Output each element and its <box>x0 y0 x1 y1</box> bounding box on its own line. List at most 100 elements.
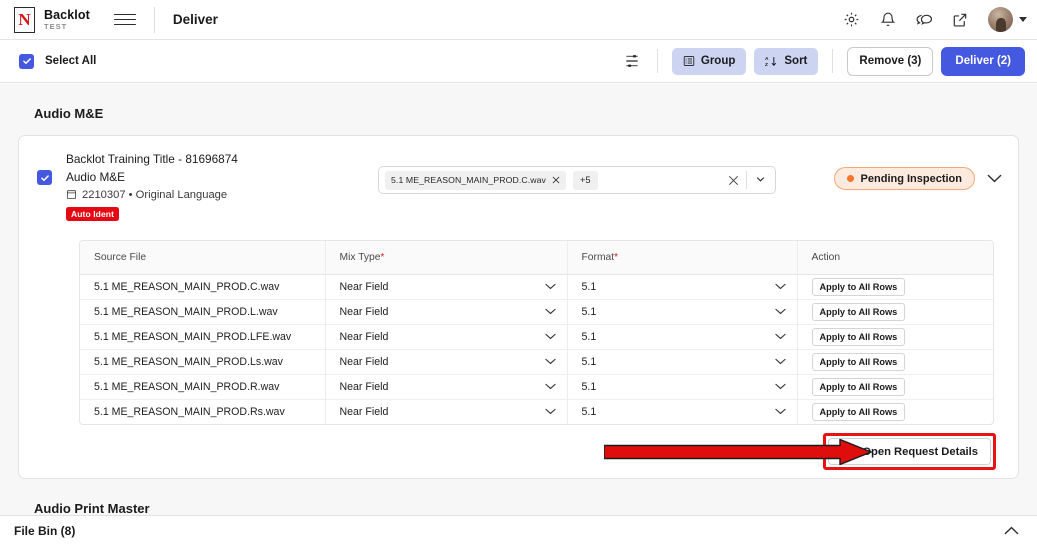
table-row: 5.1 ME_REASON_MAIN_PROD.Ls.wav Near Fiel… <box>80 349 993 375</box>
cell-action: Apply to All Rows <box>797 399 993 424</box>
format-chevron-down-icon[interactable] <box>774 356 786 368</box>
mix-type-chevron-down-icon[interactable] <box>544 281 556 293</box>
cell-format[interactable]: 5.1 <box>567 299 798 325</box>
asset-meta: Backlot Training Title - 81696874 Audio … <box>66 150 366 222</box>
cell-action: Apply to All Rows <box>797 274 993 300</box>
select-all-label: Select All <box>45 55 97 67</box>
asset-checkbox[interactable] <box>37 170 52 185</box>
column-label: Mix Type <box>339 251 381 263</box>
remove-button[interactable]: Remove (3) <box>847 46 934 76</box>
mix-type-chevron-down-icon[interactable] <box>544 306 556 318</box>
cell-mix-type[interactable]: Near Field <box>325 374 568 400</box>
group-button[interactable]: Group <box>671 47 747 75</box>
brand-environment: TEST <box>44 21 68 31</box>
mix-type-chevron-down-icon[interactable] <box>544 381 556 393</box>
format-chevron-down-icon[interactable] <box>774 281 786 293</box>
open-request-details-button[interactable]: Open Request Details <box>828 438 991 466</box>
table-row: 5.1 ME_REASON_MAIN_PROD.C.wav Near Field… <box>80 274 993 300</box>
cell-mix-type[interactable]: Near Field <box>325 399 568 425</box>
asset-card-header: Backlot Training Title - 81696874 Audio … <box>19 136 1018 234</box>
format-value: 5.1 <box>581 305 597 318</box>
apply-to-all-rows-button[interactable]: Apply to All Rows <box>811 377 906 396</box>
format-chevron-down-icon[interactable] <box>774 331 786 343</box>
cell-format[interactable]: 5.1 <box>567 399 798 425</box>
asset-type: Audio M&E <box>66 170 126 185</box>
cell-format[interactable]: 5.1 <box>567 349 798 375</box>
table-row: 5.1 ME_REASON_MAIN_PROD.L.wav Near Field… <box>80 299 993 325</box>
apply-to-all-rows-button[interactable]: Apply to All Rows <box>811 302 906 321</box>
file-chip[interactable]: 5.1 ME_REASON_MAIN_PROD.C.wav <box>385 170 566 190</box>
external-link-icon[interactable] <box>950 10 969 29</box>
apply-to-all-rows-button[interactable]: Apply to All Rows <box>811 277 906 296</box>
chevron-up-icon[interactable] <box>1004 522 1019 540</box>
cell-format[interactable]: 5.1 <box>567 374 798 400</box>
asset-id: 2210307 • Original Language <box>82 188 228 201</box>
mix-type-chevron-down-icon[interactable] <box>544 406 556 418</box>
format-value: 5.1 <box>581 380 597 393</box>
cell-mix-type[interactable]: Near Field <box>325 324 568 350</box>
clear-selection-icon[interactable] <box>721 175 746 186</box>
column-header-format: Format* <box>567 240 798 275</box>
sliders-icon[interactable] <box>621 50 643 72</box>
cell-source-file: 5.1 ME_REASON_MAIN_PROD.R.wav <box>80 374 326 400</box>
column-header-source-file: Source File <box>80 240 326 275</box>
format-chevron-down-icon[interactable] <box>774 381 786 393</box>
chat-icon[interactable] <box>914 10 933 29</box>
auto-ident-badge: Auto Ident <box>66 206 120 222</box>
bell-icon[interactable] <box>878 10 897 29</box>
cell-mix-type[interactable]: Near Field <box>325 274 568 300</box>
asset-title: Backlot Training Title - 81696874 <box>66 152 238 166</box>
format-chevron-down-icon[interactable] <box>774 306 786 318</box>
format-value: 5.1 <box>581 355 597 368</box>
user-menu[interactable] <box>988 7 1027 32</box>
required-marker: * <box>380 251 385 263</box>
file-bin-label: File Bin (8) <box>14 524 76 538</box>
mix-type-value: Near Field <box>339 280 389 293</box>
cell-action: Apply to All Rows <box>797 299 993 325</box>
file-multiselect-chevron-down-icon[interactable] <box>747 177 773 183</box>
deliver-button[interactable]: Deliver (2) <box>941 46 1025 76</box>
cell-mix-type[interactable]: Near Field <box>325 299 568 325</box>
format-value: 5.1 <box>581 330 597 343</box>
main-content: Audio M&E Backlot Training Title - 81696… <box>0 84 1037 515</box>
sort-button-label: Sort <box>784 55 808 67</box>
page-title: Deliver <box>172 12 218 27</box>
cell-source-file: 5.1 ME_REASON_MAIN_PROD.Ls.wav <box>80 349 326 375</box>
hamburger-menu-icon[interactable] <box>113 9 136 31</box>
brand-logo[interactable]: N Backlot TEST <box>14 6 90 33</box>
cell-mix-type[interactable]: Near Field <box>325 349 568 375</box>
cell-source-file: 5.1 ME_REASON_MAIN_PROD.C.wav <box>80 274 326 300</box>
sort-az-icon: A Z <box>765 56 777 68</box>
mix-type-chevron-down-icon[interactable] <box>544 356 556 368</box>
top-bar: N Backlot TEST Deliver <box>0 0 1037 40</box>
column-label: Format <box>581 251 615 263</box>
select-all-checkbox[interactable] <box>19 53 34 69</box>
column-header-mix-type: Mix Type* <box>325 240 568 275</box>
mix-type-chevron-down-icon[interactable] <box>544 331 556 343</box>
apply-to-all-rows-button[interactable]: Apply to All Rows <box>811 327 906 346</box>
file-bin-bar[interactable]: File Bin (8) <box>0 515 1037 546</box>
expand-asset-chevron-down-icon[interactable] <box>987 174 1002 183</box>
chevron-down-icon[interactable] <box>1019 17 1027 22</box>
table-head: Source File Mix Type* Format* Action <box>80 240 993 275</box>
top-bar-divider <box>153 6 155 33</box>
gear-icon[interactable] <box>842 10 861 29</box>
action-bar-divider-2 <box>832 49 834 73</box>
apply-to-all-rows-button[interactable]: Apply to All Rows <box>811 352 906 371</box>
cell-format[interactable]: 5.1 <box>567 324 798 350</box>
apply-to-all-rows-button[interactable]: Apply to All Rows <box>811 402 906 421</box>
sort-button[interactable]: A Z Sort <box>754 47 819 75</box>
file-multiselect[interactable]: 5.1 ME_REASON_MAIN_PROD.C.wav +5 <box>378 166 776 194</box>
status-badge[interactable]: Pending Inspection <box>833 167 975 190</box>
mix-type-value: Near Field <box>339 355 389 368</box>
format-chevron-down-icon[interactable] <box>774 406 786 418</box>
cell-source-file: 5.1 ME_REASON_MAIN_PROD.LFE.wav <box>80 324 326 350</box>
chip-remove-icon[interactable] <box>552 176 560 184</box>
cell-format[interactable]: 5.1 <box>567 274 798 300</box>
section-title-audio-print-master: Audio Print Master <box>34 501 150 515</box>
format-value: 5.1 <box>581 280 597 293</box>
brand-name: Backlot <box>44 7 90 22</box>
deliver-button-label: Deliver (2) <box>955 55 1011 67</box>
netflix-n-icon: N <box>14 6 35 33</box>
extra-files-count[interactable]: +5 <box>572 170 598 190</box>
